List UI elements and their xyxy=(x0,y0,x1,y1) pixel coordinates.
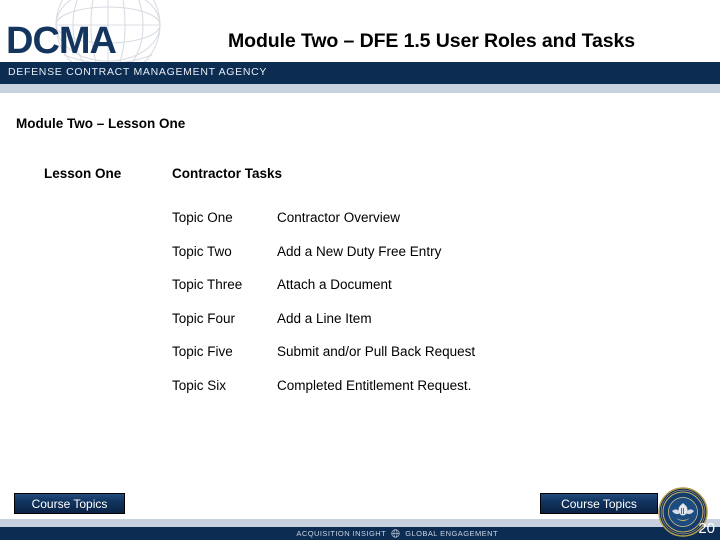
column-headers: Lesson One Contractor Tasks xyxy=(0,166,720,186)
topic-label: Topic Five xyxy=(172,344,233,360)
slide: DCMA DEFENSE CONTRACT MANAGEMENT AGENCY … xyxy=(0,0,720,540)
lesson-column-header: Lesson One xyxy=(44,166,122,181)
topic-label: Topic Two xyxy=(172,243,232,259)
page-title: Module Two – DFE 1.5 User Roles and Task… xyxy=(228,30,635,52)
topic-description: Completed Entitlement Request. xyxy=(277,377,472,393)
list-item: Topic Three Attach a Document xyxy=(0,277,720,311)
slide-header: DCMA DEFENSE CONTRACT MANAGEMENT AGENCY … xyxy=(0,0,720,93)
topic-description: Contractor Overview xyxy=(277,210,401,225)
topic-description: Attach a Document xyxy=(277,277,392,293)
topic-description: Add a New Duty Free Entry xyxy=(277,243,442,259)
topic-label: Topic One xyxy=(172,210,233,225)
list-item: Topic Two Add a New Duty Free Entry xyxy=(0,244,720,278)
list-item: Topic Four Add a Line Item xyxy=(0,311,720,345)
lesson-heading: Module Two – Lesson One xyxy=(16,116,186,131)
page-number: 20 xyxy=(698,520,715,537)
course-topics-button-left[interactable]: Course Topics xyxy=(14,493,125,514)
topic-list: Topic One Contractor Overview Topic Two … xyxy=(0,210,720,412)
agency-name: DEFENSE CONTRACT MANAGEMENT AGENCY xyxy=(8,66,268,78)
topic-description: Submit and/or Pull Back Request xyxy=(277,344,476,360)
list-item: Topic One Contractor Overview xyxy=(0,210,720,244)
course-topics-button-right[interactable]: Course Topics xyxy=(540,493,658,514)
course-topics-left-label: Course Topics xyxy=(31,496,108,511)
tagline-left-text: ACQUISITION INSIGHT xyxy=(296,528,387,538)
globe-icon xyxy=(391,528,400,538)
footer-tagline: ACQUISITION INSIGHT GLOBAL ENGAGEMENT xyxy=(296,529,498,538)
slide-body: Module Two – Lesson One Lesson One Contr… xyxy=(0,93,720,485)
header-divider xyxy=(0,84,720,93)
slide-footer: ACQUISITION INSIGHT GLOBAL ENGAGEMENT Co… xyxy=(0,485,720,540)
topic-description: Add a Line Item xyxy=(277,310,372,326)
topic-label: Topic Six xyxy=(172,377,227,393)
course-topics-right-label: Course Topics xyxy=(561,496,637,511)
tagline-right-text: GLOBAL ENGAGEMENT xyxy=(405,528,498,538)
footer-divider xyxy=(0,519,720,527)
topic-label: Topic Three xyxy=(172,277,243,293)
dcma-logo-wordmark: DCMA xyxy=(6,20,117,62)
list-item: Topic Six Completed Entitlement Request. xyxy=(0,378,720,412)
topic-label: Topic Four xyxy=(172,310,236,326)
tasks-column-header: Contractor Tasks xyxy=(172,166,283,181)
list-item: Topic Five Submit and/or Pull Back Reque… xyxy=(0,344,720,378)
